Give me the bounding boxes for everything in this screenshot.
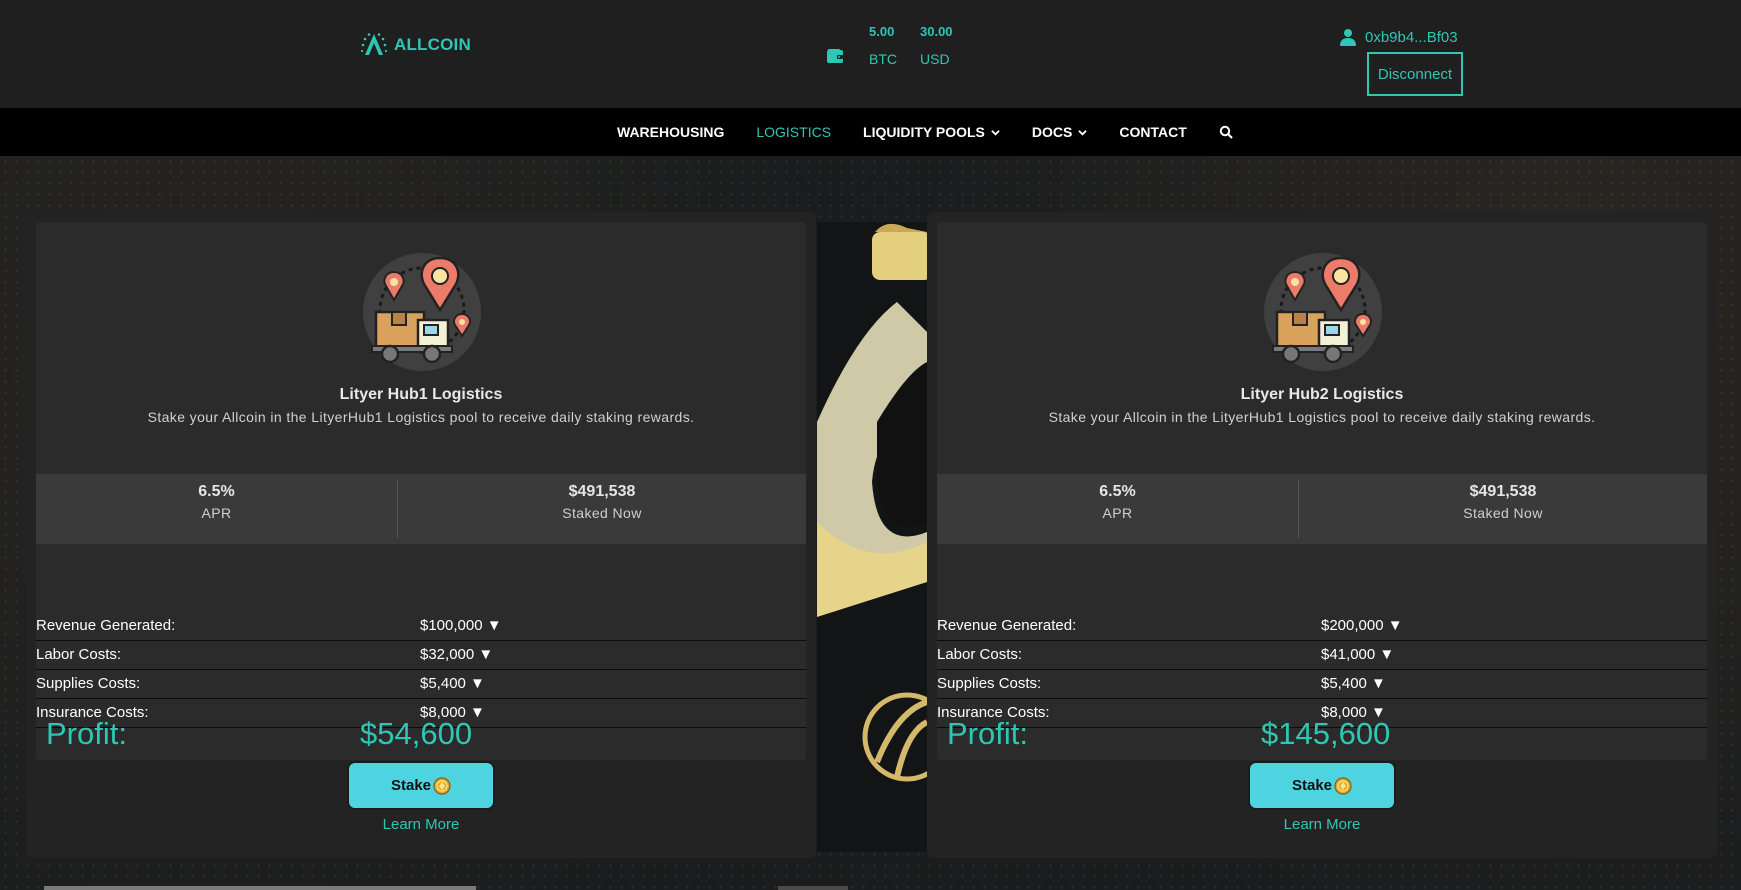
labor-row: Labor Costs: $41,000 ▼	[937, 641, 1707, 670]
disconnect-button[interactable]: Disconnect	[1367, 52, 1463, 96]
pool-card-body: Lityer Hub2 Logistics Stake your Allcoin…	[937, 222, 1707, 760]
stake-label: Stake	[390, 777, 432, 794]
coin-icon	[433, 776, 451, 795]
row-value[interactable]: $100,000 ▼	[420, 617, 502, 634]
apr-stat: 6.5% APR	[36, 483, 397, 521]
nav-item-docs[interactable]: DOCS	[1031, 124, 1088, 140]
learn-more-link[interactable]: Learn More	[26, 816, 816, 833]
staked-stat: $491,538 Staked Now	[398, 483, 806, 521]
brand-logo[interactable]: ALLCOIN	[357, 28, 471, 62]
pool-title: Lityer Hub2 Logistics	[1240, 386, 1404, 403]
row-label: Supplies Costs:	[36, 675, 141, 692]
search-icon[interactable]	[1219, 125, 1233, 139]
learn-more-link[interactable]: Learn More	[927, 816, 1717, 833]
row-value[interactable]: $5,400 ▼	[1321, 675, 1386, 692]
staked-value: $491,538	[568, 483, 636, 500]
row-label: Labor Costs:	[937, 646, 1023, 663]
logistics-truck-icon	[363, 253, 481, 371]
nav-item-warehousing[interactable]: WAREHOUSING	[617, 124, 724, 140]
nav-label: WAREHOUSING	[617, 124, 725, 140]
balance-btc-amount: 5.00	[869, 24, 895, 39]
brand-name: ALLCOIN	[394, 35, 471, 54]
row-value[interactable]: $200,000 ▼	[1321, 617, 1403, 634]
top-header: ALLCOIN 5.00 BTC 30.00 USD 0xb9b4...Bf03…	[0, 0, 1741, 108]
row-value[interactable]: $41,000 ▼	[1321, 646, 1394, 663]
row-label: Revenue Generated:	[36, 617, 176, 634]
coin-icon	[1334, 776, 1352, 795]
nav-label: DOCS	[1031, 124, 1073, 140]
nav-label: LOGISTICS	[756, 124, 832, 140]
nav-label: CONTACT	[1119, 124, 1187, 140]
profit-label: Profit:	[947, 716, 1028, 751]
horizontal-scrollbar-thumb[interactable]	[778, 886, 848, 890]
row-value[interactable]: $5,400 ▼	[420, 675, 485, 692]
pool-card-hub2: Lityer Hub2 Logistics Stake your Allcoin…	[927, 212, 1717, 858]
apr-value: 6.5%	[198, 483, 235, 500]
pool-description: Stake your Allcoin in the LityerHub1 Log…	[147, 409, 695, 425]
profit-value: $54,600	[360, 716, 473, 751]
nav-item-logistics[interactable]: LOGISTICS	[756, 124, 831, 140]
stake-label: Stake	[1291, 777, 1333, 794]
logistics-truck-icon	[1264, 253, 1382, 371]
financials-table: Revenue Generated: $200,000 ▼ Labor Cost…	[937, 612, 1707, 728]
supplies-row: Supplies Costs: $5,400 ▼	[36, 670, 806, 699]
row-label: Supplies Costs:	[937, 675, 1042, 692]
revenue-row: Revenue Generated: $200,000 ▼	[937, 612, 1707, 641]
balance-usd: 30.00 USD	[920, 24, 953, 67]
pool-card-hub1: Lityer Hub1 Logistics Stake your Allcoin…	[26, 212, 816, 858]
profit-label: Profit:	[46, 716, 127, 751]
nav-item-contact[interactable]: CONTACT	[1119, 124, 1186, 140]
pool-description: Stake your Allcoin in the LityerHub1 Log…	[1048, 409, 1596, 425]
profit-row: Profit: $54,600	[36, 716, 806, 760]
balance-btc: 5.00 BTC	[869, 24, 897, 67]
allcoin-logo-icon	[360, 33, 388, 55]
apr-label: APR	[1102, 505, 1133, 521]
balance-usd-currency: USD	[920, 51, 950, 67]
allcoin-emblem-decoration	[817, 222, 927, 852]
apr-stat: 6.5% APR	[937, 483, 1298, 521]
balance-btc-currency: BTC	[869, 51, 897, 67]
row-value[interactable]: $32,000 ▼	[420, 646, 493, 663]
chevron-down-icon	[1078, 129, 1088, 136]
wallet-icon	[827, 49, 843, 63]
staked-value: $491,538	[1469, 483, 1537, 500]
apr-value: 6.5%	[1099, 483, 1136, 500]
balance-usd-amount: 30.00	[920, 24, 953, 39]
main-nav: WAREHOUSING LOGISTICS LIQUIDITY POOLS DO…	[0, 108, 1741, 156]
row-label: Revenue Generated:	[937, 617, 1077, 634]
revenue-row: Revenue Generated: $100,000 ▼	[36, 612, 806, 641]
pool-stats: 6.5% APR $491,538 Staked Now	[937, 474, 1707, 544]
pool-stats: 6.5% APR $491,538 Staked Now	[36, 474, 806, 544]
account-info[interactable]: 0xb9b4...Bf03	[1340, 28, 1458, 46]
staked-label: Staked Now	[562, 505, 642, 521]
labor-row: Labor Costs: $32,000 ▼	[36, 641, 806, 670]
stake-button[interactable]: Stake	[1248, 761, 1396, 810]
staked-label: Staked Now	[1463, 505, 1543, 521]
apr-label: APR	[201, 505, 232, 521]
pool-card-body: Lityer Hub1 Logistics Stake your Allcoin…	[36, 222, 806, 760]
pool-title: Lityer Hub1 Logistics	[339, 386, 503, 403]
user-icon	[1340, 29, 1356, 46]
row-label: Labor Costs:	[36, 646, 122, 663]
supplies-row: Supplies Costs: $5,400 ▼	[937, 670, 1707, 699]
nav-item-liquidity-pools[interactable]: LIQUIDITY POOLS	[863, 124, 1000, 140]
stake-button[interactable]: Stake	[347, 761, 495, 810]
chevron-down-icon	[991, 129, 1000, 136]
staked-stat: $491,538 Staked Now	[1299, 483, 1707, 521]
profit-row: Profit: $145,600	[937, 716, 1707, 760]
account-address: 0xb9b4...Bf03	[1365, 28, 1458, 46]
nav-label: LIQUIDITY POOLS	[863, 124, 985, 140]
horizontal-scrollbar[interactable]	[44, 886, 476, 890]
financials-table: Revenue Generated: $100,000 ▼ Labor Cost…	[36, 612, 806, 728]
profit-value: $145,600	[1261, 716, 1391, 751]
